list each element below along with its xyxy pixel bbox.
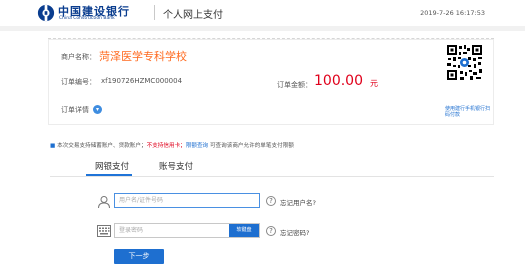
bank-name-en: China Construction Bank bbox=[59, 16, 115, 21]
header: 中国建设银行 China Construction Bank 个人网上支付 20… bbox=[0, 0, 525, 26]
header-divider-band bbox=[0, 26, 525, 31]
page-title: 个人网上支付 bbox=[163, 10, 223, 21]
timestamp: 2019-7-26 16:17:53 bbox=[420, 9, 485, 17]
keyboard-icon bbox=[97, 225, 111, 237]
order-amount: 100.00 bbox=[314, 73, 363, 89]
qr-code bbox=[446, 44, 483, 81]
notice-no-credit: 不支持信用卡； bbox=[146, 143, 186, 149]
username-input[interactable]: 用户名/证件号码 bbox=[114, 193, 260, 208]
forgot-username-link[interactable]: 忘记用户名? bbox=[280, 197, 316, 207]
help-icon[interactable]: ? bbox=[266, 196, 276, 206]
next-button[interactable]: 下一步 bbox=[114, 249, 164, 264]
ccb-logo-icon bbox=[37, 4, 55, 22]
merchant-name: 菏泽医学专科学校 bbox=[99, 50, 187, 63]
forgot-password-link[interactable]: 忘记密码? bbox=[280, 227, 309, 237]
payment-notice: ■ 本次交易支持储蓄账户、贷款账户；不支持信用卡；限额查询 可查询该商户允许的单… bbox=[50, 141, 294, 149]
amount-label: 订单金额： bbox=[277, 81, 312, 89]
limit-query-link[interactable]: 限额查询 bbox=[186, 143, 208, 149]
order-number: xf190726HZMC000004 bbox=[101, 77, 183, 85]
qr-caption: 使用建行手机银行扫码付款 bbox=[445, 106, 491, 118]
order-number-label: 订单编号： bbox=[61, 78, 96, 86]
chevron-down-icon[interactable]: ▾ bbox=[93, 105, 102, 114]
notice-accounts: 本次交易支持储蓄账户、贷款账户； bbox=[57, 143, 147, 149]
tab-online-banking[interactable]: 网银支付 bbox=[95, 160, 129, 172]
order-info-panel: 商户名称： 菏泽医学专科学校 订单编号： xf190726HZMC000004 … bbox=[48, 39, 494, 125]
notice-limit-hint: 可查询该商户允许的单笔支付限额 bbox=[209, 143, 294, 149]
soft-keyboard-button[interactable]: 软键盘 bbox=[229, 224, 259, 237]
amount-unit: 元 bbox=[370, 79, 378, 88]
order-detail-link[interactable]: 订单详情 bbox=[61, 105, 89, 115]
tabs-divider bbox=[50, 176, 494, 177]
tab-account-payment[interactable]: 账号支付 bbox=[159, 160, 193, 172]
header-divider bbox=[154, 5, 155, 20]
user-icon bbox=[98, 196, 110, 209]
merchant-label: 商户名称： bbox=[61, 53, 96, 61]
help-icon[interactable]: ? bbox=[266, 226, 276, 236]
